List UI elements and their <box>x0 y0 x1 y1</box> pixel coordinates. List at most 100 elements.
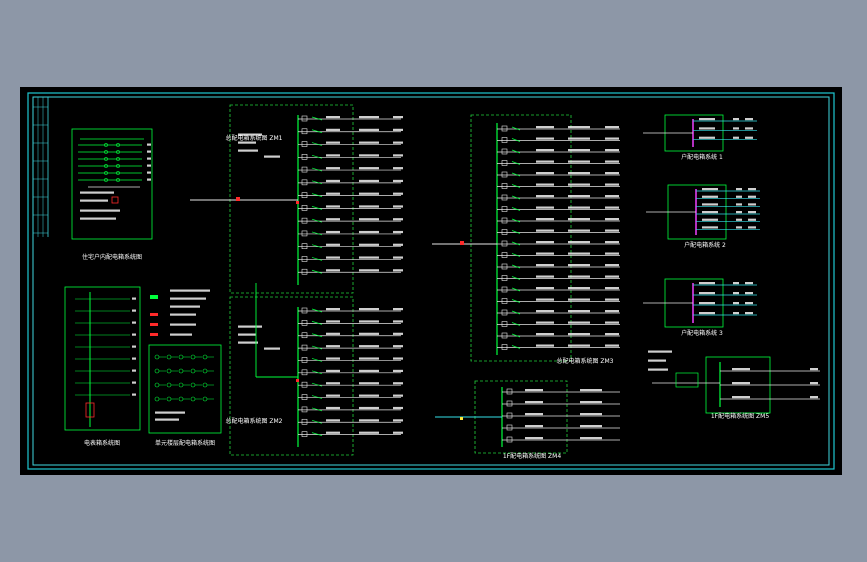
annotation-mark <box>605 229 619 232</box>
switch-symbol <box>511 299 521 303</box>
annotation-mark <box>648 368 668 371</box>
annotation-mark <box>699 312 715 315</box>
annotation-mark <box>568 241 590 244</box>
annotation-mark <box>264 155 280 158</box>
annotation-mark <box>733 282 739 285</box>
panel-frame-zm1 <box>229 104 354 294</box>
annotation-mark <box>568 310 590 313</box>
annotation-mark <box>605 137 619 140</box>
annotation-mark <box>536 183 554 186</box>
annotation-mark <box>359 345 379 348</box>
switch-symbol <box>311 257 323 261</box>
annotation-mark <box>393 256 403 259</box>
breaker-symbol <box>501 344 508 350</box>
annotation-mark <box>568 275 590 278</box>
annotation-mark <box>359 369 379 373</box>
annotation-mark <box>393 369 403 373</box>
caption-floor-box: 单元楼层配电箱系统图 <box>155 439 215 447</box>
annotation-mark <box>536 229 554 232</box>
breaker-symbol <box>301 154 308 160</box>
drawing-sheet[interactable]: 住宅户内配电箱系统图 电表箱系统图 单元楼层配电箱系统图 总配电箱系统图 ZM1 总配电… <box>20 87 842 475</box>
household-box-frame <box>71 128 153 240</box>
annotation-mark <box>605 149 619 152</box>
annotation-mark <box>605 321 619 324</box>
breaker-symbol <box>501 206 508 212</box>
annotation-mark <box>748 226 756 229</box>
breaker-symbol <box>501 321 508 327</box>
annotation-mark <box>155 411 185 414</box>
annotation-mark <box>605 264 619 267</box>
annotation-mark <box>326 394 340 397</box>
annotation-mark <box>536 333 554 336</box>
breaker-symbol <box>501 183 508 189</box>
annotation-mark <box>326 406 340 410</box>
caption-zm1: 总配电箱系统图 ZM1 <box>225 134 282 142</box>
annotation-mark <box>605 241 619 244</box>
switch-symbol <box>511 184 521 188</box>
annotation-mark <box>359 230 379 234</box>
breaker-symbol <box>301 344 308 351</box>
annotation-mark <box>745 282 753 285</box>
breaker-symbol <box>506 400 513 407</box>
annotation-mark <box>536 172 554 175</box>
marker <box>296 379 299 382</box>
switch-symbol <box>511 138 521 142</box>
annotation-mark <box>733 136 739 139</box>
annotation-mark <box>568 195 590 198</box>
breaker-symbol <box>506 412 513 419</box>
annotation-mark <box>699 282 715 285</box>
breaker-symbol <box>190 382 196 388</box>
annotation-mark <box>605 275 619 278</box>
annotation-mark <box>359 256 379 259</box>
switch-symbol <box>311 395 323 399</box>
electrical-schematic: 住宅户内配电箱系统图电表箱系统图 单元楼层配电箱系统图 总配电箱系统图 ZM1 总配电… <box>27 92 835 470</box>
annotation-mark <box>568 137 590 140</box>
legend-swatch <box>150 323 158 326</box>
annotation-mark <box>748 195 756 198</box>
breaker-symbol <box>501 217 508 224</box>
caption-household-box: 住宅户内配电箱系统图 <box>82 253 142 261</box>
switch-symbol <box>511 218 521 223</box>
annotation-mark <box>732 396 750 399</box>
breaker-symbol <box>301 381 308 388</box>
annotation-mark <box>702 195 718 198</box>
annotation-mark <box>605 126 619 129</box>
annotation-mark <box>536 218 554 221</box>
switch-symbol <box>311 419 323 424</box>
annotation-mark <box>525 413 543 416</box>
breaker-symbol <box>178 396 184 402</box>
annotation-mark <box>393 167 403 170</box>
annotation-mark <box>132 393 136 396</box>
annotation-mark <box>745 118 753 121</box>
breaker-symbol <box>301 431 308 437</box>
annotation-mark <box>326 154 340 157</box>
breaker-symbol <box>301 406 308 413</box>
annotation-mark <box>736 211 742 214</box>
switch-symbol <box>511 230 521 234</box>
annotation-mark <box>536 344 554 347</box>
annotation-mark <box>393 357 403 360</box>
annotation-mark <box>359 308 379 311</box>
annotation-mark <box>733 312 739 315</box>
switch-symbol <box>311 218 323 223</box>
annotation-mark <box>359 192 379 195</box>
annotation-mark <box>605 252 619 255</box>
annotation-mark <box>568 160 590 163</box>
breaker-symbol <box>301 243 308 249</box>
annotation-mark <box>393 419 403 422</box>
annotation-mark <box>326 382 340 385</box>
annotation-mark <box>733 292 739 295</box>
annotation-mark <box>326 128 340 131</box>
breaker-symbol <box>154 368 160 374</box>
annotation-mark <box>748 188 756 191</box>
annotation-mark <box>605 160 619 163</box>
annotation-mark <box>393 179 403 183</box>
annotation-mark <box>568 218 590 221</box>
switch-symbol <box>511 241 521 246</box>
annotation-mark <box>359 179 379 183</box>
annotation-mark <box>359 394 379 397</box>
annotation-mark <box>536 160 554 163</box>
caption-zm5: 1F配电箱系统图 ZM5 <box>711 412 769 420</box>
annotation-mark <box>170 323 196 326</box>
switch-symbol <box>311 180 323 185</box>
